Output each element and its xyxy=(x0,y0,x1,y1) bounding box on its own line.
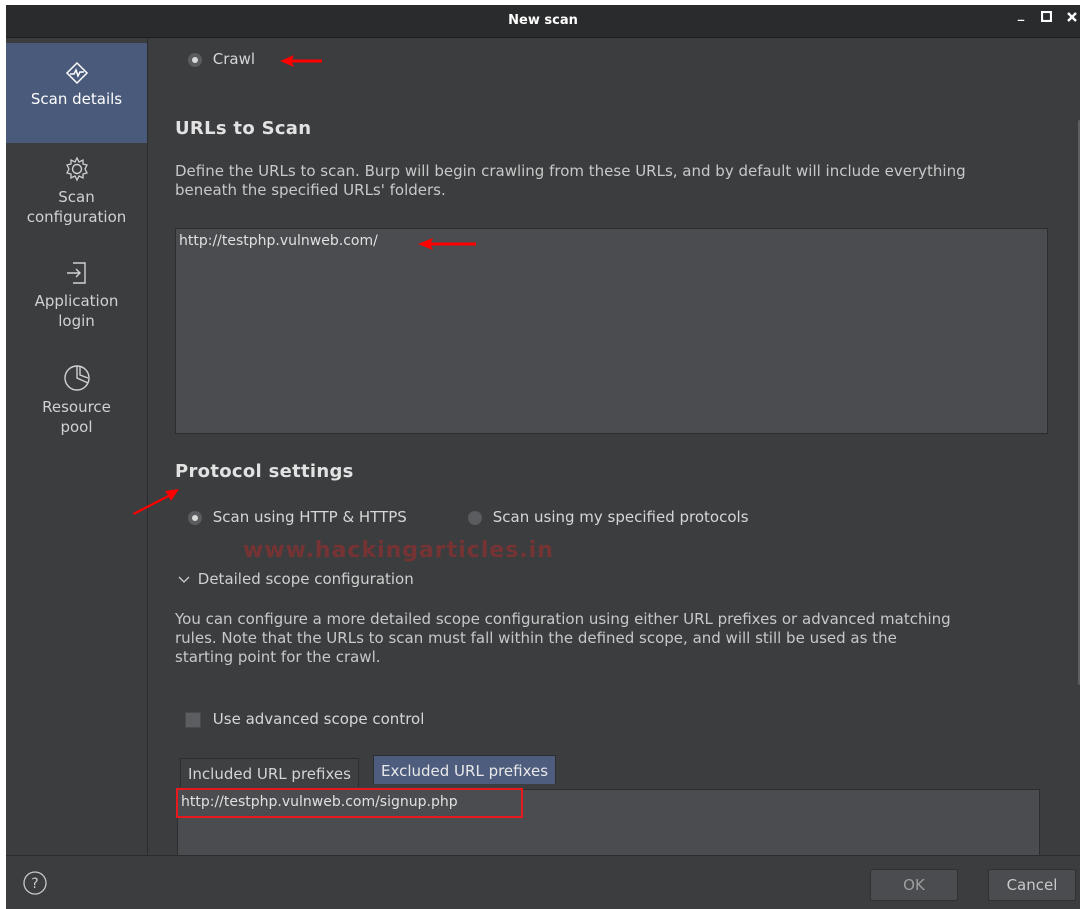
crawl-radio[interactable]: Crawl xyxy=(188,50,255,68)
protocol-heading: Protocol settings xyxy=(175,461,354,482)
sidebar-item-label-line2: configuration xyxy=(26,208,127,226)
scan-details-icon xyxy=(65,61,88,85)
urls-description-line2: beneath the specified URLs' folders. xyxy=(175,181,446,199)
close-icon[interactable] xyxy=(1064,11,1080,29)
sidebar: Scan details Scan configuration Applicat… xyxy=(6,38,148,855)
sidebar-item-label-line2: login xyxy=(58,312,95,330)
sidebar-item-label-line1: Scan xyxy=(58,188,95,206)
ok-button[interactable]: OK xyxy=(870,869,958,901)
window-title: New scan xyxy=(508,13,578,28)
sidebar-item-resource-pool[interactable]: Resource pool xyxy=(6,363,147,453)
scope-description-line1: You can configure a more detailed scope … xyxy=(175,610,951,628)
new-scan-window: New scan _ Scan details Scan configurati… xyxy=(6,5,1080,909)
advanced-scope-checkbox[interactable] xyxy=(185,711,201,728)
chevron-down-icon xyxy=(178,576,190,583)
advanced-scope-option[interactable]: Use advanced scope control xyxy=(185,710,424,728)
help-icon[interactable]: ? xyxy=(22,870,48,900)
cancel-button[interactable]: Cancel xyxy=(988,869,1076,901)
urls-to-scan-input[interactable]: http://testphp.vulnweb.com/ xyxy=(175,228,1048,434)
annotation-arrow-icon xyxy=(418,238,476,250)
crawl-label: Crawl xyxy=(212,50,256,68)
urls-heading: URLs to Scan xyxy=(175,118,312,139)
sidebar-item-scan-details[interactable]: Scan details xyxy=(6,43,147,143)
urls-description-line1: Define the URLs to scan. Burp will begin… xyxy=(175,162,966,180)
tab-included-url-prefixes[interactable]: Included URL prefixes xyxy=(180,758,359,787)
scan-details-panel: Crawl URLs to Scan Define the URLs to sc… xyxy=(148,38,1080,855)
advanced-scope-label: Use advanced scope control xyxy=(212,710,425,728)
urls-to-scan-value: http://testphp.vulnweb.com/ xyxy=(179,233,378,249)
annotation-highlight-box xyxy=(176,788,523,818)
protocol-http-radio[interactable] xyxy=(188,510,202,525)
sidebar-item-label-line1: Application xyxy=(34,292,119,310)
sidebar-item-label-line1: Resource xyxy=(42,398,111,416)
annotation-arrow-icon xyxy=(133,489,179,515)
minimize-icon[interactable]: _ xyxy=(1013,7,1029,25)
annotation-arrow-icon xyxy=(280,55,322,67)
protocol-http-label: Scan using HTTP & HTTPS xyxy=(212,508,407,526)
tab-excluded-url-prefixes[interactable]: Excluded URL prefixes xyxy=(373,755,557,784)
protocol-specified-radio[interactable] xyxy=(468,510,482,525)
title-bar[interactable]: New scan _ xyxy=(6,5,1080,38)
sidebar-item-label: Scan details xyxy=(30,90,123,108)
watermark-text: www.hackingarticles.in xyxy=(243,538,554,563)
scope-description-line3: starting point for the crawl. xyxy=(175,648,381,666)
tab-label: Excluded URL prefixes xyxy=(381,762,549,780)
scope-toggle[interactable]: Detailed scope configuration xyxy=(178,570,414,588)
tab-label: Included URL prefixes xyxy=(188,765,351,783)
sidebar-item-application-login[interactable]: Application login xyxy=(6,259,147,349)
svg-text:?: ? xyxy=(31,876,38,892)
protocol-http-option[interactable]: Scan using HTTP & HTTPS xyxy=(188,508,407,526)
crawl-radio-button[interactable] xyxy=(188,52,202,67)
gear-icon xyxy=(65,156,88,182)
scope-description-line2: rules. Note that the URLs to scan must f… xyxy=(175,629,897,647)
protocol-specified-label: Scan using my specified protocols xyxy=(492,508,749,526)
scope-toggle-label: Detailed scope configuration xyxy=(197,570,414,588)
sidebar-item-scan-configuration[interactable]: Scan configuration xyxy=(6,155,147,245)
maximize-icon[interactable] xyxy=(1038,10,1054,29)
protocol-specified-option[interactable]: Scan using my specified protocols xyxy=(468,508,749,526)
pie-chart-icon xyxy=(63,365,90,391)
dialog-footer: ? OK Cancel xyxy=(6,855,1080,909)
login-icon xyxy=(66,262,86,284)
sidebar-item-label-line2: pool xyxy=(60,418,93,436)
